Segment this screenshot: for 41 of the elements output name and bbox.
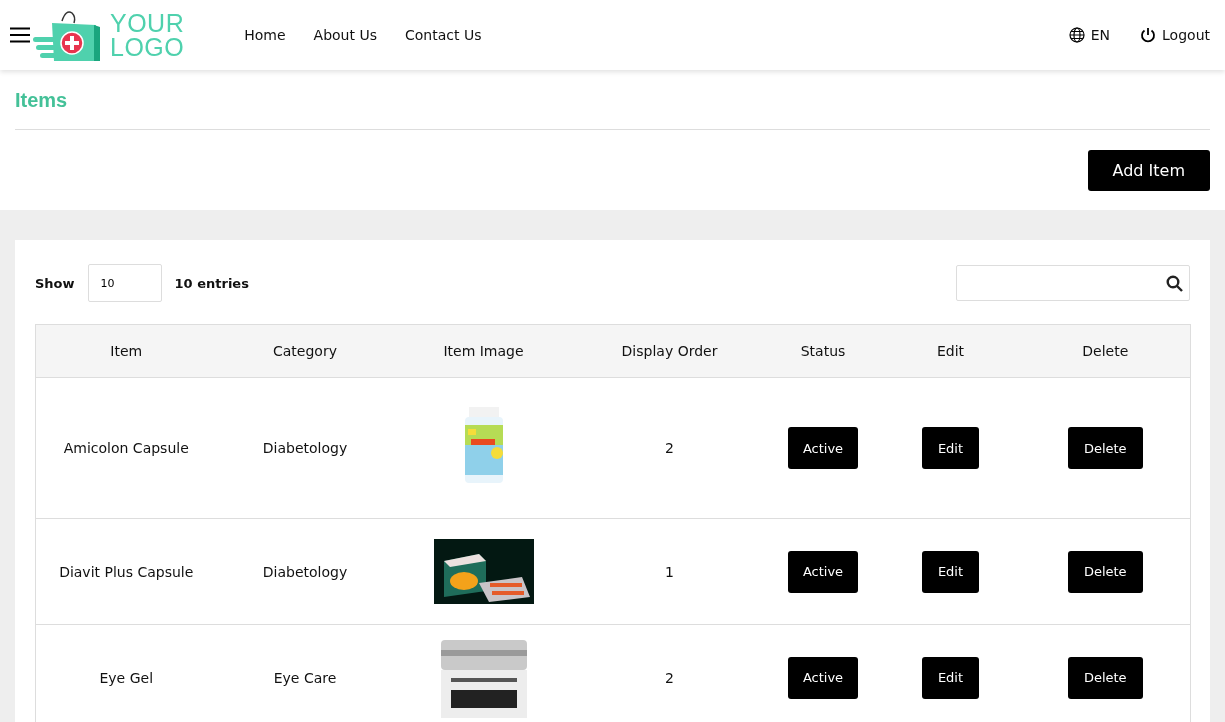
delete-button[interactable]: Delete [1067, 656, 1143, 699]
nav-link[interactable]: About Us [313, 27, 377, 43]
delete-button[interactable]: Delete [1067, 550, 1143, 593]
edit-button[interactable]: Edit [921, 427, 980, 469]
status-button[interactable]: Active [787, 550, 859, 593]
edit-button[interactable]: Edit [921, 550, 980, 593]
column-header: Item [35, 324, 217, 378]
search-icon [1166, 274, 1183, 292]
page-size-field[interactable]: 10 [87, 264, 162, 302]
display-order: 1 [665, 563, 674, 580]
column-header: Display Order [573, 324, 766, 378]
column-header: Status [765, 324, 881, 378]
search-field[interactable] [956, 265, 1190, 301]
item-name: Diavit Plus Capsule [59, 563, 194, 580]
column-header: Item Image [393, 324, 574, 378]
page-title: Items [15, 70, 1210, 130]
category-name: Diabetology [262, 440, 348, 456]
edit-button[interactable]: Edit [921, 656, 980, 699]
display-order: 2 [665, 669, 674, 686]
category-name: Eye Care [273, 669, 337, 686]
category-name: Diabetology [262, 563, 348, 580]
entries-label: 10 entries [174, 275, 249, 291]
column-header: Category [216, 324, 394, 378]
column-header: Edit [880, 324, 1021, 378]
nav-link[interactable]: Contact Us [405, 27, 482, 43]
item-name: Amicolon Capsule [63, 440, 189, 456]
add-item-button[interactable]: Add Item [1087, 150, 1210, 191]
language-link[interactable]: EN [1068, 27, 1111, 43]
delete-button[interactable]: Delete [1067, 427, 1143, 469]
display-order: 2 [665, 440, 674, 456]
item-name: Eye Gel [99, 669, 153, 686]
shopping-bag-icon [32, 9, 102, 61]
status-button[interactable]: Active [787, 656, 859, 699]
globe-icon [1068, 27, 1085, 43]
status-button[interactable]: Active [787, 427, 859, 469]
nav-link[interactable]: Home [244, 27, 286, 43]
menu-icon[interactable] [10, 27, 30, 43]
column-header: Delete [1020, 324, 1191, 378]
logout-link[interactable]: Logout [1140, 27, 1210, 43]
power-icon [1140, 27, 1157, 43]
show-label: Show [35, 275, 75, 291]
